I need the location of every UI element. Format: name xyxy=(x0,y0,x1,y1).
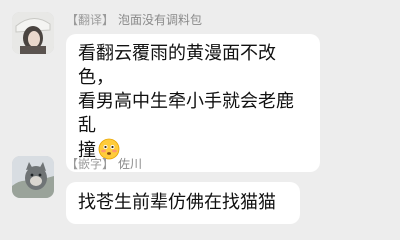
avatar[interactable] xyxy=(12,156,54,198)
message-text-line: 找苍生前辈仿佛在找猫猫 xyxy=(78,192,276,213)
message-text-line: 看男高中生牵小手就会老鹿乱 xyxy=(78,91,294,136)
message-bubble[interactable]: 看翻云覆雨的黄漫面不改色， 看男高中生牵小手就会老鹿乱 撞 xyxy=(66,34,320,172)
avatar-image-icon xyxy=(12,12,54,54)
sender-name[interactable]: 佐川 xyxy=(118,157,142,171)
sender-line: 【翻译】 泡面没有调料包 xyxy=(66,12,202,28)
message-item: 【翻译】 泡面没有调料包 看翻云覆雨的黄漫面不改色， 看男高中生牵小手就会老鹿乱 … xyxy=(0,12,400,172)
avatar[interactable] xyxy=(12,12,54,54)
message-item: 【嵌字】 佐川 找苍生前辈仿佛在找猫猫 xyxy=(0,156,400,236)
sender-line: 【嵌字】 佐川 xyxy=(66,156,142,172)
message-text-line: 看翻云覆雨的黄漫面不改色， xyxy=(78,43,276,88)
message-bubble[interactable]: 找苍生前辈仿佛在找猫猫 xyxy=(66,182,300,224)
sender-tag: 【嵌字】 xyxy=(66,157,115,171)
sender-tag: 【翻译】 xyxy=(66,13,115,27)
sender-name[interactable]: 泡面没有调料包 xyxy=(118,13,202,27)
avatar-image-icon xyxy=(12,156,54,198)
